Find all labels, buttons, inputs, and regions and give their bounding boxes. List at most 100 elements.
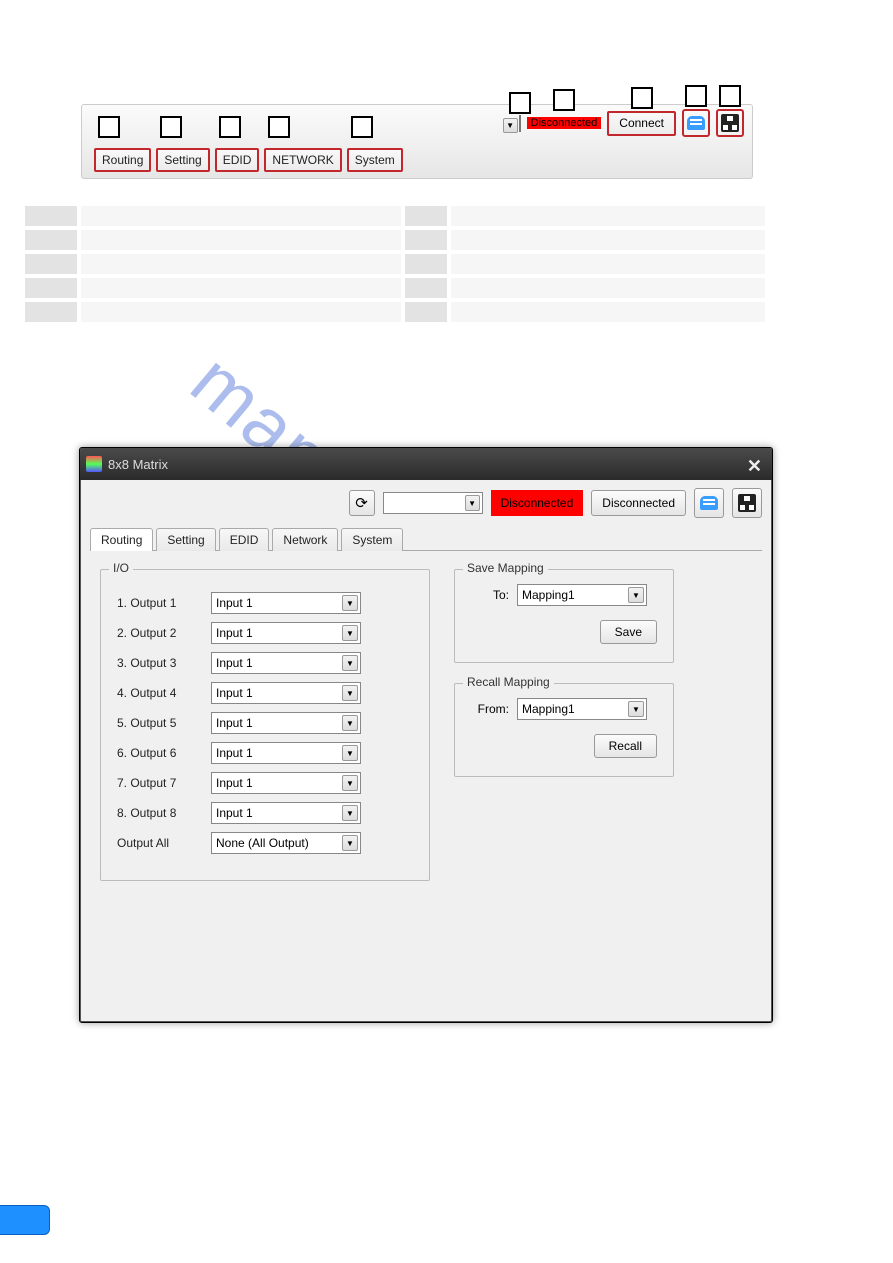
app-window: 8x8 Matrix ✕ ⟳ ▼ Disconnected Disconnect… [79,447,773,1023]
io-groupbox: I/O 1. Output 1 Input 1▼ 2. Output 2 Inp… [100,569,430,881]
combo-value: Input 1 [216,596,253,610]
chevron-down-icon: ▼ [342,745,358,761]
io-row-8: 8. Output 8 Input 1▼ [117,802,413,824]
io-row-5: 5. Output 5 Input 1▼ [117,712,413,734]
tab-label: Setting [167,533,204,547]
routing-content: I/O 1. Output 1 Input 1▼ 2. Output 2 Inp… [80,551,772,899]
from-label: From: [471,702,509,716]
close-button[interactable]: ✕ [747,456,762,477]
top-tabs: Routing Setting EDID NETWORK System [94,148,403,172]
connect-button[interactable]: Connect [607,111,676,136]
recall-mapping-legend: Recall Mapping [463,675,554,689]
chevron-down-icon: ▼ [342,655,358,671]
tabs-row: Routing Setting EDID Network System [90,528,762,551]
io-input-select[interactable]: Input 1 ▼ [211,622,361,644]
status-badge: Disconnected [491,490,584,516]
status-badge: Disconnected [527,117,602,129]
recall-mapping-groupbox: Recall Mapping From: Mapping1▼ Recall [454,683,674,777]
io-label: 3. Output 3 [117,656,199,670]
io-label: Output All [117,836,199,850]
refresh-button[interactable]: ⟳ [349,490,375,516]
tab-label: NETWORK [272,153,333,167]
combo-value: Input 1 [216,806,253,820]
top-tab-setting[interactable]: Setting [156,148,209,172]
io-input-select[interactable]: Input 1▼ [211,772,361,794]
callout-box [509,92,531,114]
to-label: To: [471,588,509,602]
save-mapping-select[interactable]: Mapping1▼ [517,584,647,606]
tab-label: EDID [230,533,259,547]
top-tab-edid[interactable]: EDID [215,148,260,172]
combo-value: Input 1 [216,716,253,730]
chevron-down-icon: ▼ [465,495,480,511]
io-row-1: 1. Output 1 Input 1▼ [117,592,413,614]
io-input-select[interactable]: Input 1 ▼ [211,652,361,674]
chevron-down-icon: ▼ [503,118,518,133]
callout-box [160,116,182,138]
combo-value: Input 1 [216,686,253,700]
tab-label: Routing [101,533,142,547]
io-row-3: 3. Output 3 Input 1 ▼ [117,652,413,674]
callout-box [98,116,120,138]
combo-value: Mapping1 [522,702,575,716]
save-mapping-legend: Save Mapping [463,561,548,575]
io-legend: I/O [109,561,133,575]
chevron-down-icon: ▼ [342,625,358,641]
chevron-down-icon: ▼ [342,835,358,851]
tab-label: System [355,153,395,167]
io-input-select[interactable]: Input 1▼ [211,802,361,824]
io-row-7: 7. Output 7 Input 1▼ [117,772,413,794]
top-tab-network[interactable]: NETWORK [264,148,341,172]
port-dropdown[interactable]: ▼ [519,115,521,132]
chevron-down-icon: ▼ [628,587,644,603]
top-tab-system[interactable]: System [347,148,403,172]
recall-button[interactable]: Recall [594,734,657,758]
port-dropdown[interactable]: ▼ [383,492,483,514]
tab-label: System [352,533,392,547]
io-label: 2. Output 2 [117,626,199,640]
tab-label: Routing [102,153,143,167]
io-input-select-all[interactable]: None (All Output) ▼ [211,832,361,854]
ethernet-icon [721,114,739,132]
rs232-button[interactable] [694,488,724,518]
disconnect-button[interactable]: Disconnected [591,490,686,516]
tab-system[interactable]: System [341,528,403,551]
titlebar: 8x8 Matrix ✕ [80,448,772,480]
tab-network[interactable]: Network [272,528,338,551]
io-label: 8. Output 8 [117,806,199,820]
tab-routing[interactable]: Routing [90,528,153,551]
io-row-all: Output All None (All Output) ▼ [117,832,413,854]
io-label: 6. Output 6 [117,746,199,760]
io-input-select[interactable]: Input 1▼ [211,682,361,704]
combo-value: Input 1 [216,746,253,760]
callout-box [268,116,290,138]
io-input-select[interactable]: Input 1 ▼ [211,742,361,764]
callout-box [351,116,373,138]
rs232-button[interactable] [682,109,710,137]
ethernet-button[interactable] [732,488,762,518]
combo-value: Input 1 [216,656,253,670]
recall-mapping-select[interactable]: Mapping1▼ [517,698,647,720]
ethernet-icon [738,494,756,512]
io-input-select[interactable]: Input 1▼ [211,712,361,734]
ethernet-button[interactable] [716,109,744,137]
callout-box [631,87,653,109]
tab-setting[interactable]: Setting [156,528,215,551]
page-indicator [0,1205,50,1235]
save-mapping-groupbox: Save Mapping To: Mapping1▼ Save [454,569,674,663]
serial-port-icon [700,496,718,510]
combo-value: Input 1 [216,626,253,640]
save-button[interactable]: Save [600,620,657,644]
io-label: 7. Output 7 [117,776,199,790]
window-title: 8x8 Matrix [108,457,168,472]
serial-port-icon [687,116,705,130]
io-label: 1. Output 1 [117,596,199,610]
io-row-6: 6. Output 6 Input 1 ▼ [117,742,413,764]
tab-label: Network [283,533,327,547]
app-icon [86,456,102,472]
top-tab-routing[interactable]: Routing [94,148,151,172]
tab-label: Setting [164,153,201,167]
tab-edid[interactable]: EDID [219,528,270,551]
io-input-select[interactable]: Input 1▼ [211,592,361,614]
combo-value: None (All Output) [216,836,309,850]
